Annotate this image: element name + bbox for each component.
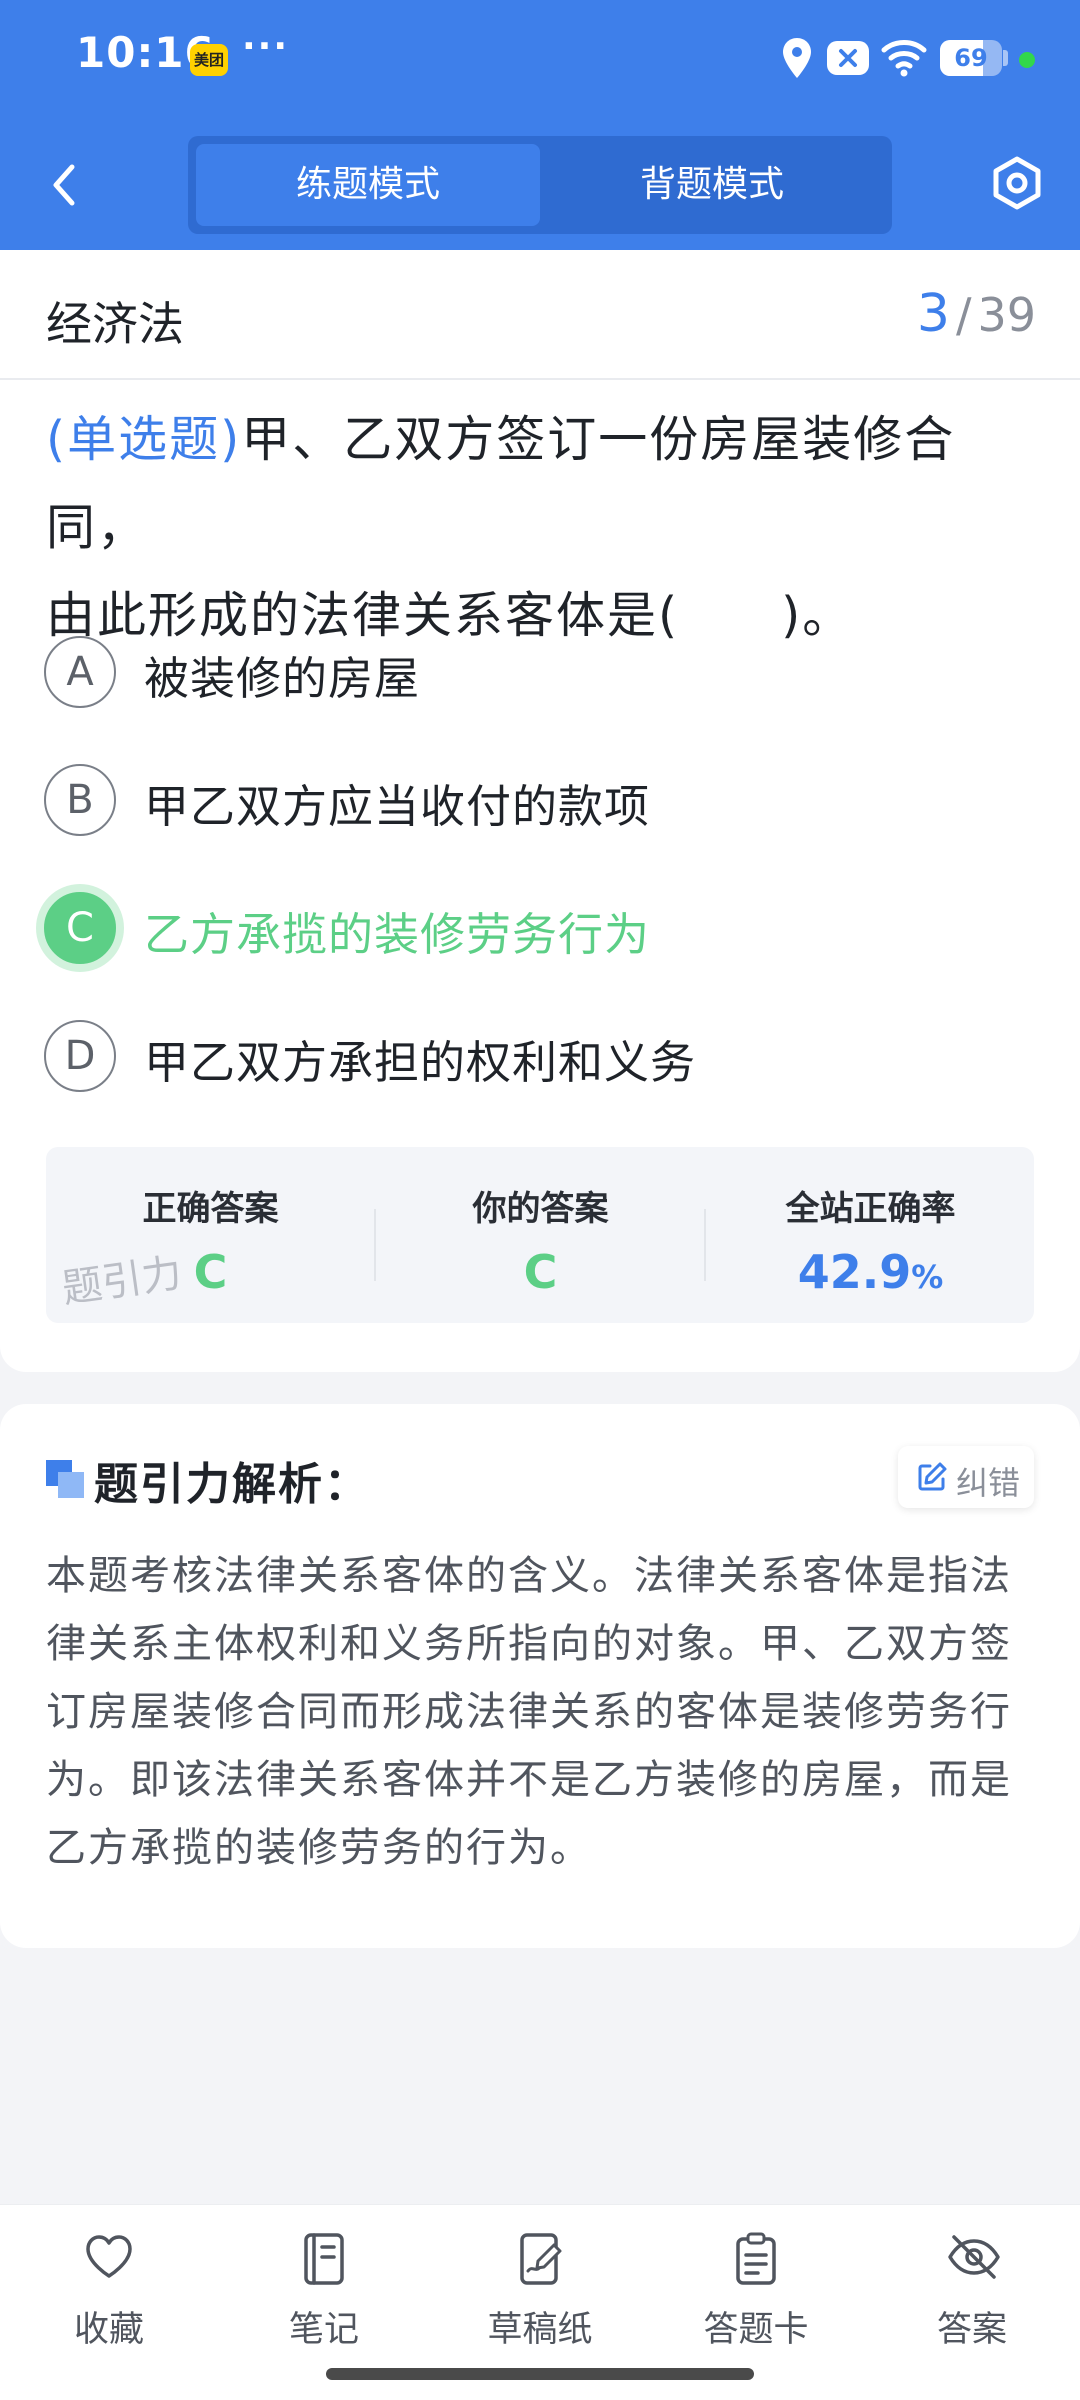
home-indicator[interactable] — [326, 2368, 754, 2380]
analysis-body: 本题考核法律关系客体的含义。法律关系客体是指法 律关系主体权利和义务所指向的对象… — [46, 1542, 1036, 1882]
analysis-line: 乙方承揽的装修劳务的行为。 — [46, 1825, 592, 1871]
draft-paper-icon — [520, 2233, 562, 2285]
battery-percent: 69 — [954, 44, 988, 72]
location-icon — [783, 38, 811, 78]
heart-icon — [86, 2235, 132, 2278]
option-b-letter: B — [44, 764, 116, 836]
nav-draft-paper-label: 草稿纸 — [487, 2310, 593, 2350]
your-answer-value: C — [523, 1245, 558, 1299]
wifi-icon — [881, 40, 927, 77]
option-b[interactable]: B 甲乙双方应当收付的款项 — [44, 760, 1034, 840]
accuracy-rate-value: 42.9% — [706, 1245, 1034, 1299]
nav-draft-paper[interactable]: 草稿纸 — [465, 2231, 615, 2361]
option-d[interactable]: D 甲乙双方承担的权利和义务 — [44, 1016, 1034, 1096]
option-d-letter: D — [44, 1020, 116, 1092]
your-answer-column: 你的答案 C — [376, 1147, 705, 1323]
option-c[interactable]: C 乙方承揽的装修劳务行为 — [44, 888, 1034, 968]
mode-switch: 练题模式 背题模式 — [188, 136, 892, 234]
accuracy-rate-unit: % — [911, 1258, 944, 1296]
nav-favorite-label: 收藏 — [73, 2310, 144, 2350]
meituan-notification-icon: 美团 — [190, 44, 228, 76]
battery-tip — [1003, 50, 1008, 66]
report-error-label: 纠错 — [956, 1464, 1021, 1502]
nav-notes-label: 笔记 — [288, 2310, 359, 2350]
analysis-card: 题引力解析： 纠错 本题考核法律关系客体的含义。法律关系客体是指法 律关系主体权… — [0, 1404, 1080, 1948]
battery-icon: 69 — [940, 40, 1002, 76]
no-sim-icon — [827, 41, 869, 75]
your-answer-label: 你的答案 — [472, 1189, 609, 1229]
option-a-letter: A — [44, 636, 116, 708]
question-card: 经济法 3/39 (单选题)甲、乙双方签订一份房屋装修合同， 由此形成的法律关系… — [0, 250, 1080, 1372]
privacy-indicator-dot — [1019, 52, 1035, 68]
option-c-text: 乙方承揽的装修劳务行为 — [144, 908, 651, 961]
answer-card-icon — [736, 2232, 776, 2285]
back-button[interactable] — [40, 155, 90, 215]
accuracy-rate-column: 全站正确率 42.9% — [706, 1147, 1034, 1323]
nav-show-answer[interactable]: 答案 — [897, 2231, 1047, 2361]
analysis-title: 题引力解析： — [94, 1459, 370, 1510]
analysis-section-icon — [46, 1460, 84, 1498]
analysis-line: 本题考核法律关系客体的含义。法律关系客体是指法 — [46, 1553, 1012, 1599]
option-a-text: 被装修的房屋 — [144, 652, 421, 705]
option-d-text: 甲乙双方承担的权利和义务 — [144, 1036, 697, 1089]
nav-answer-card-label: 答题卡 — [703, 2310, 809, 2350]
question-progress: 3/39 — [917, 284, 1036, 344]
settings-icon[interactable] — [988, 153, 1046, 213]
edit-icon — [918, 1462, 947, 1491]
analysis-line: 为。即该法律关系客体并不是乙方装修的房屋，而是 — [46, 1757, 1012, 1803]
progress-separator: / — [955, 288, 972, 342]
total-question-count: 39 — [977, 288, 1036, 342]
notebook-icon — [304, 2233, 344, 2285]
analysis-line: 律关系主体权利和义务所指向的对象。甲、乙双方签 — [46, 1621, 1012, 1667]
more-notifications-icon: ··· — [242, 26, 290, 67]
analysis-line: 订房屋装修合同而形成法律关系的客体是装修劳务行 — [46, 1689, 1012, 1735]
app-header: 10:16 美团 ··· 69 练题模式 背题模式 — [0, 0, 1080, 250]
option-b-text: 甲乙双方应当收付的款项 — [144, 780, 651, 833]
accuracy-rate-label: 全站正确率 — [785, 1189, 956, 1229]
option-a[interactable]: A 被装修的房屋 — [44, 632, 1034, 712]
answer-summary: 正确答案 C 你的答案 C 全站正确率 42.9% 题引力 — [46, 1147, 1034, 1323]
subject-row: 经济法 3/39 — [0, 250, 1080, 380]
accuracy-rate-number: 42.9 — [797, 1245, 912, 1299]
subject-title: 经济法 — [46, 297, 184, 351]
nav-answer-card[interactable]: 答题卡 — [681, 2231, 831, 2361]
status-bar: 10:16 美团 ··· 69 — [0, 0, 1080, 120]
nav-show-answer-label: 答案 — [936, 2310, 1007, 2350]
option-c-letter: C — [44, 892, 116, 964]
report-error-button[interactable]: 纠错 — [898, 1446, 1034, 1508]
question-stem: (单选题)甲、乙双方签订一份房屋装修合同， 由此形成的法律关系客体是( )。 — [46, 396, 1036, 660]
correct-answer-label: 正确答案 — [142, 1189, 279, 1229]
nav-favorite[interactable]: 收藏 — [34, 2231, 184, 2361]
eye-off-icon — [948, 2235, 1000, 2279]
nav-notes[interactable]: 笔记 — [249, 2231, 399, 2361]
current-question-number: 3 — [916, 284, 950, 344]
tab-practice-mode[interactable]: 练题模式 — [196, 144, 540, 226]
tab-memorize-mode[interactable]: 背题模式 — [540, 144, 884, 226]
question-type-label: (单选题) — [46, 411, 242, 468]
